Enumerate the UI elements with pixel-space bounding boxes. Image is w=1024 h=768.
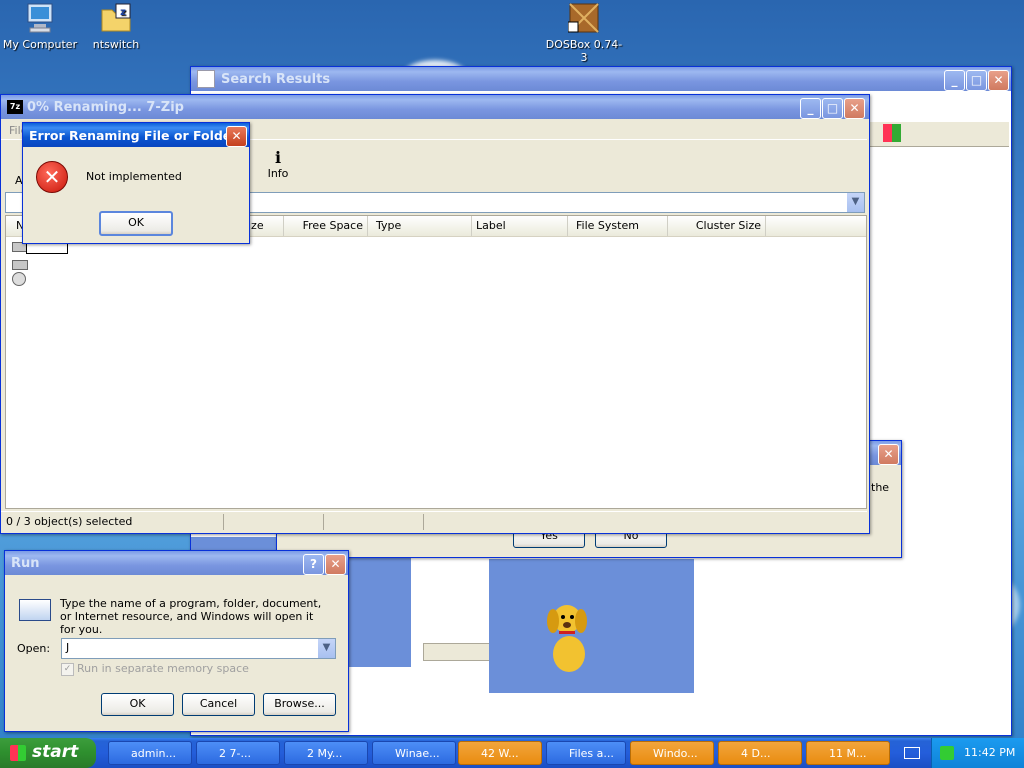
dialog-title: Error Renaming File or Folder — [29, 127, 238, 143]
error-dialog[interactable]: Error Renaming File or Folder ✕ ✕ Not im… — [22, 122, 250, 244]
clock[interactable]: 11:42 PM — [964, 746, 1015, 759]
column-cluster-size[interactable]: Cluster Size — [670, 216, 766, 236]
desktop-icon-label: My Computer — [2, 38, 78, 51]
error-dialog-titlebar[interactable]: Error Renaming File or Folder ✕ — [23, 123, 249, 147]
taskbar-item-folders[interactable]: 42 W... — [458, 741, 542, 765]
info-label: Info — [267, 167, 289, 180]
memory-checkbox: ✓ — [61, 663, 74, 676]
taskbar-item-admin[interactable]: admin... — [108, 741, 192, 765]
close-button[interactable]: ✕ — [988, 70, 1009, 91]
keyboard-icon[interactable] — [904, 747, 920, 759]
dialog-text-partial: the — [871, 481, 890, 494]
list-item[interactable] — [12, 272, 28, 288]
taskbar-item-dos[interactable]: 4 D... — [718, 741, 802, 765]
open-input[interactable]: J — [66, 641, 69, 654]
info-icon: i — [274, 148, 282, 167]
help-button[interactable]: ? — [303, 554, 324, 575]
ok-button[interactable]: OK — [101, 693, 174, 716]
7zip-app-icon: 7z — [7, 100, 23, 114]
desktop-icon-label: DOSBox 0.74-3 — [545, 38, 623, 64]
window-title: Search Results — [221, 71, 331, 87]
windows-logo-icon — [10, 745, 26, 761]
status-bar: 0 / 3 object(s) selected — [1, 511, 867, 532]
open-combobox[interactable]: J ▼ — [61, 638, 336, 659]
run-dialog[interactable]: Run ? ✕ Type the name of a program, fold… — [4, 550, 349, 732]
run-dialog-titlebar[interactable]: Run ? ✕ — [5, 551, 348, 575]
svg-text:z: z — [120, 7, 126, 18]
column-free-space[interactable]: Free Space — [284, 216, 368, 236]
desktop-icon-label: ntswitch — [92, 38, 140, 51]
search-dog-icon — [547, 605, 587, 672]
desktop-icon-my-computer[interactable]: My Computer — [0, 2, 80, 51]
system-tray: 11:42 PM — [931, 738, 1024, 768]
maximize-button[interactable]: □ — [966, 70, 987, 91]
windows-logo-icon — [883, 124, 901, 142]
close-button[interactable]: ✕ — [325, 554, 346, 575]
error-message: Not implemented — [86, 170, 182, 183]
start-label: start — [32, 742, 79, 762]
taskbar: start admin... 2 7-... 2 My... Winae... … — [0, 738, 1024, 768]
dialog-title: Run — [11, 555, 40, 571]
list-item[interactable] — [12, 256, 28, 270]
close-button[interactable]: ✕ — [878, 444, 899, 465]
status-text: 0 / 3 object(s) selected — [6, 515, 133, 528]
start-button[interactable]: start — [0, 738, 96, 768]
drive-icon — [12, 260, 28, 270]
maximize-button[interactable]: □ — [822, 98, 843, 119]
info-button[interactable]: i Info — [263, 148, 293, 180]
7zip-titlebar[interactable]: 7z 0% Renaming... 7-Zip _ □ ✕ — [1, 95, 869, 119]
taskbar-item-windows[interactable]: Windo... — [630, 741, 714, 765]
desktop-icon-ntswitch[interactable]: z ntswitch — [76, 2, 156, 51]
window-title: 0% Renaming... 7-Zip — [27, 99, 184, 115]
taskbar-item-my[interactable]: 2 My... — [284, 741, 368, 765]
chevron-down-icon[interactable]: ▼ — [318, 639, 335, 658]
column-label[interactable]: Label — [472, 216, 568, 236]
cancel-button[interactable]: Cancel — [182, 693, 255, 716]
search-results-titlebar[interactable]: Search Results _ □ ✕ — [191, 67, 1011, 91]
dosbox-icon — [567, 2, 600, 34]
taskbar-item-7zip[interactable]: 2 7-... — [196, 741, 280, 765]
chevron-down-icon[interactable]: ▼ — [847, 193, 864, 212]
folder-zip-icon: z — [100, 2, 132, 34]
memory-checkbox-label: Run in separate memory space — [77, 662, 249, 675]
column-file-system[interactable]: File System — [572, 216, 668, 236]
cd-drive-icon — [12, 272, 26, 286]
run-icon — [19, 599, 51, 621]
desktop-icon-dosbox[interactable]: DOSBox 0.74-3 — [544, 2, 624, 64]
file-list[interactable]: N ize Free Space Type Label File System … — [5, 215, 867, 509]
column-type[interactable]: Type — [372, 216, 472, 236]
computer-icon — [24, 2, 56, 34]
taskbar-item-help[interactable]: 11 M... — [806, 741, 890, 765]
close-button[interactable]: ✕ — [226, 126, 247, 147]
dog-panel — [489, 559, 694, 693]
search-icon — [197, 70, 215, 88]
column-size[interactable]: ize — [244, 216, 284, 236]
browse-button[interactable]: Browse... — [263, 693, 336, 716]
taskbar-item-files[interactable]: Files a... — [546, 741, 626, 765]
close-button[interactable]: ✕ — [844, 98, 865, 119]
run-description: Type the name of a program, folder, docu… — [60, 597, 322, 636]
minimize-button[interactable]: _ — [944, 70, 965, 91]
minimize-button[interactable]: _ — [800, 98, 821, 119]
open-label: Open: — [17, 642, 51, 655]
taskbar-item-winae[interactable]: Winae... — [372, 741, 456, 765]
network-icon[interactable] — [940, 746, 954, 760]
error-icon: ✕ — [36, 161, 68, 193]
ok-button[interactable]: OK — [99, 211, 173, 236]
